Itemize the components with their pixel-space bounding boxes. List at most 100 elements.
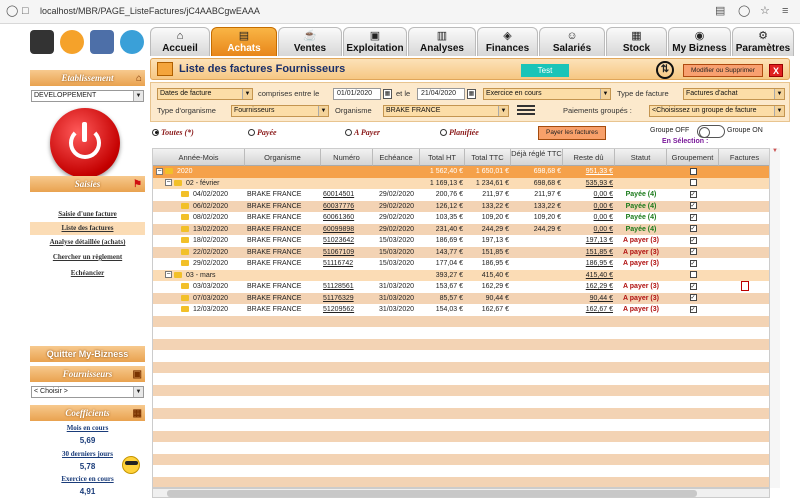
invoice-number-link[interactable]: 51209562 <box>321 304 373 316</box>
menu-saisie-facture[interactable]: Saisie d'une facture <box>30 208 145 221</box>
tab-param-tres[interactable]: ⚙ Paramètres <box>732 27 794 56</box>
shield-check-icon[interactable]: ◯ <box>738 4 750 18</box>
table-row[interactable]: 08/02/2020 BRAKE FRANCE 60061360 29/02/2020… <box>153 212 769 224</box>
column-header-factures[interactable]: Factures <box>719 149 769 166</box>
menu-liste-factures[interactable]: Liste des factures <box>30 222 145 235</box>
scroll-thumb[interactable] <box>167 490 697 497</box>
group-checkbox[interactable]: ✓ <box>689 259 697 267</box>
etablissement-select[interactable]: DEVELOPPEMENT ▼ <box>31 90 144 102</box>
close-button[interactable]: X <box>769 64 783 77</box>
calendar-icon[interactable]: ▦ <box>383 89 392 99</box>
invoice-number-link[interactable]: 51116742 <box>321 258 373 270</box>
organisme-select[interactable]: BRAKE FRANCE ▼ <box>383 105 509 117</box>
period-select[interactable]: Exercice en cours ▼ <box>483 88 611 100</box>
cell-label[interactable]: 03/03/2020 <box>153 281 245 293</box>
type-org-select[interactable]: Fournisseurs ▼ <box>231 105 329 117</box>
group-checkbox[interactable]: ✓ <box>689 236 697 244</box>
pdf-icon[interactable] <box>741 281 749 292</box>
cell-label[interactable]: 07/03/2020 <box>153 293 245 305</box>
reste-du-link[interactable]: 535,93 € <box>563 178 615 190</box>
group-checkbox[interactable]: ✓ <box>689 225 697 233</box>
group-checkbox[interactable] <box>689 167 697 175</box>
radio-planifiee[interactable]: Planifiée <box>440 128 479 137</box>
group-toggle[interactable] <box>697 125 725 138</box>
quit-button[interactable]: Quitter My-Bizness <box>30 346 145 362</box>
pay-invoices-button[interactable]: Payer les factures <box>538 126 606 140</box>
column-header-total-ttc[interactable]: Total TTC <box>465 149 511 166</box>
invoice-number-link[interactable]: 51067109 <box>321 247 373 259</box>
invoice-number-link[interactable]: 51128561 <box>321 281 373 293</box>
invoice-number-link[interactable]: 60099898 <box>321 224 373 236</box>
date-to-input[interactable]: 21/04/2020 <box>417 88 465 100</box>
tab-my-bizness[interactable]: ◉ My Bizness <box>668 27 731 56</box>
column-header-reste-d-[interactable]: Reste dû <box>563 149 615 166</box>
reste-du-link[interactable]: 0,00 € <box>563 189 615 201</box>
collapse-icon[interactable]: − <box>165 179 172 187</box>
table-row[interactable]: 29/02/2020 BRAKE FRANCE 51116742 15/03/2020… <box>153 258 769 270</box>
table-row[interactable]: 22/02/2020 BRAKE FRANCE 51067109 15/03/2020… <box>153 246 769 259</box>
cell-label[interactable]: 13/02/2020 <box>153 224 245 236</box>
sync-icon[interactable] <box>120 30 144 54</box>
reste-du-link[interactable]: 151,85 € <box>563 247 615 259</box>
group-checkbox[interactable]: ✓ <box>689 190 697 198</box>
invoice-number-link[interactable]: 60037776 <box>321 201 373 213</box>
tab-stock[interactable]: ▦ Stock <box>606 27 667 56</box>
table-row[interactable]: 06/02/2020 BRAKE FRANCE 60037776 29/02/2020… <box>153 200 769 213</box>
menu-chercher-reglement[interactable]: Chercher un règlement <box>30 251 145 264</box>
reste-du-link[interactable]: 415,40 € <box>563 270 615 282</box>
url-bar[interactable]: localhost/MBR/PAGE_ListeFactures/jC4AABC… <box>40 6 260 16</box>
cell-label[interactable]: − 03 - mars <box>153 270 245 282</box>
column-header-ech-ance[interactable]: Echéance <box>373 149 420 166</box>
coef-mois-label[interactable]: Mois en cours <box>30 424 145 432</box>
group-checkbox[interactable]: ✓ <box>689 202 697 210</box>
date-type-select[interactable]: Dates de facture ▼ <box>157 88 253 100</box>
table-row[interactable]: 03/03/2020 BRAKE FRANCE 51128561 31/03/2020… <box>153 281 769 293</box>
group-checkbox[interactable]: ✓ <box>689 294 697 302</box>
coef-exercice-label[interactable]: Exercice en cours <box>30 475 145 483</box>
invoice-number-link[interactable]: 51176329 <box>321 293 373 305</box>
radio-a-payer[interactable]: A Payer <box>345 128 380 137</box>
tab-exploitation[interactable]: ▣ Exploitation <box>343 27 407 56</box>
fournisseurs-select[interactable]: < Choisir > ▼ <box>31 386 144 398</box>
column-header-total-ht[interactable]: Total HT <box>420 149 465 166</box>
invoice-number-link[interactable]: 60061360 <box>321 212 373 224</box>
reste-du-link[interactable]: 90,44 € <box>563 293 615 305</box>
reste-du-link[interactable]: 0,00 € <box>563 212 615 224</box>
cell-label[interactable]: 06/02/2020 <box>153 201 245 213</box>
modify-delete-button[interactable]: Modifier ou Supprimer <box>683 64 763 77</box>
shield-icon[interactable]: ◯ <box>6 4 18 18</box>
group-checkbox[interactable] <box>689 179 697 187</box>
tab-achats[interactable]: ▤ Achats <box>211 27 277 56</box>
table-row[interactable]: 07/03/2020 BRAKE FRANCE 51176329 31/03/2020… <box>153 292 769 305</box>
tab-finances[interactable]: ◈ Finances <box>477 27 538 56</box>
page-info-icon[interactable]: □ <box>22 4 29 18</box>
paiements-select[interactable]: <Choisissez un groupe de facture ▼ <box>649 105 785 117</box>
menu-icon[interactable]: ≡ <box>782 4 788 18</box>
email-icon[interactable] <box>60 30 84 54</box>
tuxedo-icon[interactable] <box>30 30 54 54</box>
column-header-ann-e-mois[interactable]: Année-Mois <box>153 149 245 166</box>
reste-du-link[interactable]: 197,13 € <box>563 235 615 247</box>
tab-analyses[interactable]: ▥ Analyses <box>408 27 476 56</box>
group-checkbox[interactable]: ✓ <box>689 305 697 313</box>
reste-du-link[interactable]: 162,67 € <box>563 304 615 316</box>
group-checkbox[interactable]: ✓ <box>689 282 697 290</box>
calendar-icon[interactable]: ▦ <box>467 89 476 99</box>
group-checkbox[interactable] <box>689 271 697 279</box>
menu-analyse-detaillee[interactable]: Analyse détaillée (achats) <box>30 236 145 249</box>
cell-label[interactable]: 08/02/2020 <box>153 212 245 224</box>
cell-label[interactable]: − 02 - février <box>153 178 245 190</box>
collapse-icon[interactable]: − <box>156 167 163 175</box>
column-header-d-j-r-gl-ttc[interactable]: Déjà réglé TTC <box>511 149 563 166</box>
horizontal-scrollbar[interactable] <box>152 488 770 498</box>
reste-du-link[interactable]: 186,95 € <box>563 258 615 270</box>
type-facture-select[interactable]: Factures d'achat ▼ <box>683 88 785 100</box>
tab-salari-s[interactable]: ☺ Salariés <box>539 27 605 56</box>
cell-label[interactable]: − 2020 <box>153 166 245 178</box>
cell-label[interactable]: 04/02/2020 <box>153 189 245 201</box>
chevron-up-icon[interactable]: ▼ <box>770 148 780 154</box>
column-header-num-ro[interactable]: Numéro <box>321 149 373 166</box>
invoice-number-link[interactable]: 60014501 <box>321 189 373 201</box>
tab-ventes[interactable]: ☕ Ventes <box>278 27 342 56</box>
reste-du-link[interactable]: 0,00 € <box>563 224 615 236</box>
